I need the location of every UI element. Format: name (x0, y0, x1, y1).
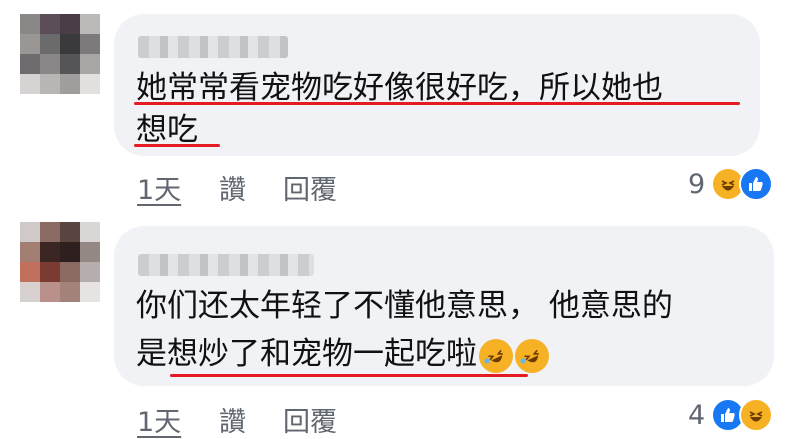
timestamp-link[interactable]: 1天 (137, 400, 181, 439)
timestamp-link[interactable]: 1天 (137, 168, 181, 207)
avatar[interactable] (20, 14, 100, 94)
red-underline (134, 144, 220, 147)
red-underline (170, 374, 528, 377)
comment-text-line-2: 是想炒了和宠物一起吃啦 (136, 332, 549, 376)
rolling-on-floor-laughing-icon (515, 338, 549, 373)
comment-bubble: 你们还太年轻了不懂他意思， 他意思的 是想炒了和宠物一起吃啦 (114, 226, 774, 386)
red-underline (134, 102, 740, 105)
comment-text-line: 是想炒了和宠物一起吃啦 (136, 336, 477, 372)
avatar[interactable] (20, 222, 100, 302)
reaction-summary[interactable]: 4 (688, 398, 774, 432)
like-link[interactable]: 讚 (219, 168, 246, 207)
reaction-summary[interactable]: 9 (688, 167, 774, 201)
reply-link[interactable]: 回覆 (283, 400, 337, 439)
reaction-count: 4 (688, 399, 706, 431)
rolling-on-floor-laughing-icon (479, 338, 513, 373)
commenter-name[interactable] (138, 36, 288, 58)
reaction-count: 9 (688, 168, 706, 200)
thumbs-up-icon (739, 167, 774, 201)
comment-text-line: 你们还太年轻了不懂他意思， 他意思的 (136, 288, 673, 324)
like-link[interactable]: 讚 (219, 400, 246, 439)
commenter-name[interactable] (138, 254, 314, 276)
comment-bubble: 她常常看宠物吃好像很好吃，所以她也 想吃 (114, 14, 760, 156)
reply-link[interactable]: 回覆 (283, 168, 337, 207)
laughing-face-icon (739, 398, 774, 432)
